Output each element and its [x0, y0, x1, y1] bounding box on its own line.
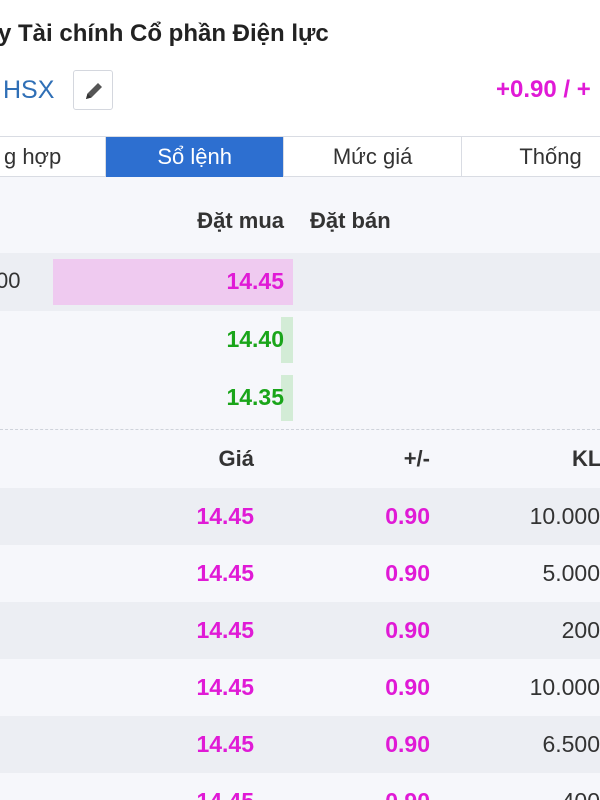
- bid-price: 14.40: [226, 326, 284, 352]
- bid-price: 14.45: [226, 268, 284, 294]
- volume-column-header: KL: [572, 446, 600, 471]
- trade-row: 14.45 0.90 200: [0, 602, 600, 659]
- stock-header: y Tài chính Cổ phần Điện lực HSX +0.90 /…: [0, 0, 600, 136]
- pencil-icon: [86, 83, 102, 99]
- trade-volume: 400: [562, 788, 600, 800]
- trade-volume: 5.000: [542, 560, 600, 586]
- change-column-header: +/-: [403, 446, 430, 471]
- trade-price: 14.45: [196, 674, 254, 700]
- price-column-header: Giá: [218, 446, 254, 471]
- edit-button[interactable]: [73, 70, 113, 110]
- trade-change: 0.90: [385, 674, 430, 700]
- trade-row: 14.45 0.90 10.000: [0, 659, 600, 716]
- trades-header: Giá +/- KL: [0, 430, 600, 488]
- trade-volume: 6.500: [542, 731, 600, 757]
- trade-change: 0.90: [385, 617, 430, 643]
- page: y Tài chính Cổ phần Điện lực HSX +0.90 /…: [0, 0, 600, 800]
- trade-row: 14.45 0.90 6.500: [0, 716, 600, 773]
- trade-price: 14.45: [196, 560, 254, 586]
- trade-change: 0.90: [385, 788, 430, 800]
- bid-header: Đặt mua: [197, 208, 284, 233]
- order-book-row: 00 14.45: [0, 253, 600, 311]
- trade-price: 14.45: [196, 617, 254, 643]
- trade-price: 14.45: [196, 503, 254, 529]
- trade-price: 14.45: [196, 788, 254, 800]
- ask-header: Đặt bán: [310, 208, 391, 233]
- trade-row: 14.45 0.90 400: [0, 773, 600, 800]
- trade-volume: 200: [561, 617, 600, 643]
- trade-change: 0.90: [385, 560, 430, 586]
- trade-volume: 10.000: [529, 674, 600, 700]
- trade-change: 0.90: [385, 731, 430, 757]
- order-book-header: Đặt mua Đặt bán: [0, 177, 600, 253]
- trade-row: 14.45 0.90 10.000: [0, 488, 600, 545]
- trade-row: 14.45 0.90 5.000: [0, 545, 600, 602]
- exchange-label: HSX: [3, 76, 55, 104]
- bid-volume: 00: [0, 268, 21, 293]
- company-name: y Tài chính Cổ phần Điện lực: [0, 20, 329, 47]
- order-book-row: 14.35: [0, 369, 600, 427]
- trade-volume: 10.000: [529, 503, 600, 529]
- tab-price-level[interactable]: Mức giá: [284, 137, 463, 177]
- order-book-row: 14.40: [0, 311, 600, 369]
- tab-order-book[interactable]: Sổ lệnh: [106, 137, 285, 177]
- tab-bar: g hợp Sổ lệnh Mức giá Thống: [0, 136, 600, 177]
- trade-change: 0.90: [385, 503, 430, 529]
- price-change: +0.90 / +: [496, 76, 591, 103]
- tab-statistics[interactable]: Thống: [462, 137, 600, 177]
- trade-price: 14.45: [196, 731, 254, 757]
- bid-price: 14.35: [226, 384, 284, 410]
- tab-summary[interactable]: g hợp: [0, 137, 107, 177]
